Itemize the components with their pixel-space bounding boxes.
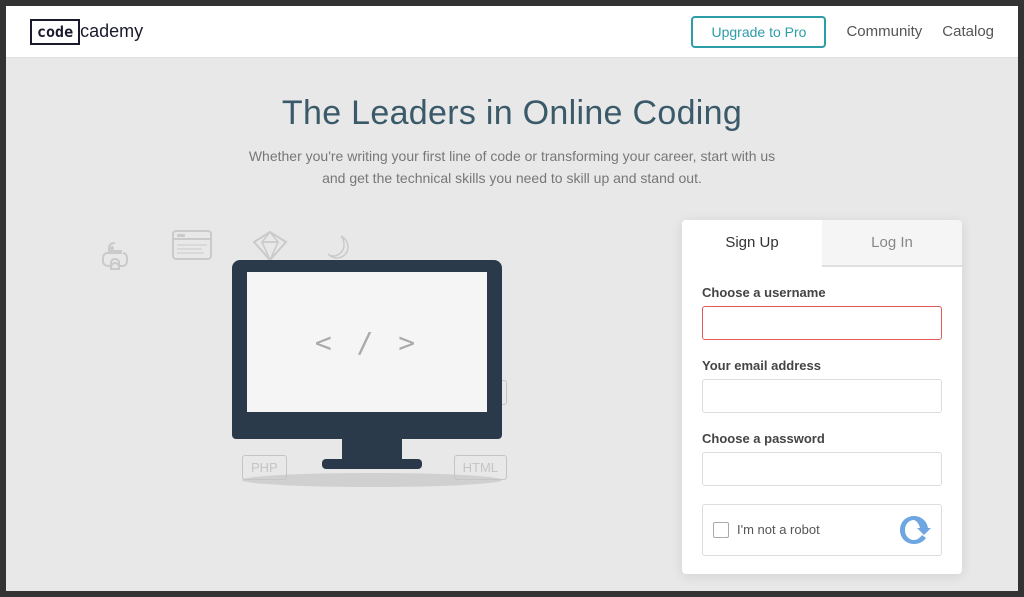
python-icon (97, 235, 133, 278)
hero-title: The Leaders in Online Coding (249, 94, 775, 133)
monitor-stand (342, 439, 402, 459)
username-group: Choose a username (702, 285, 942, 354)
monitor-base (232, 425, 502, 439)
navbar: codecademy Upgrade to Pro Community Cata… (6, 6, 1018, 58)
logo-code: code (30, 19, 80, 45)
browser-icon (172, 230, 212, 266)
html-label: HTML (454, 455, 507, 480)
logo: codecademy (30, 19, 143, 45)
recaptcha-widget: I'm not a robot (702, 504, 942, 556)
password-group: Choose a password (702, 431, 942, 500)
illustration-area: CSS PHP JS HTML < / > (62, 220, 682, 520)
username-label: Choose a username (702, 285, 942, 300)
upgrade-to-pro-button[interactable]: Upgrade to Pro (691, 16, 826, 48)
monitor-illustration: CSS PHP JS HTML < / > (232, 260, 512, 487)
php-label: PHP (242, 455, 287, 480)
tab-signup[interactable]: Sign Up (682, 220, 822, 267)
tab-login[interactable]: Log In (822, 220, 962, 265)
password-label: Choose a password (702, 431, 942, 446)
email-label: Your email address (702, 358, 942, 373)
code-display: < / > (247, 272, 487, 412)
recaptcha-label: I'm not a robot (737, 522, 820, 537)
email-group: Your email address (702, 358, 942, 427)
email-input[interactable] (702, 379, 942, 413)
recaptcha-left: I'm not a robot (713, 522, 820, 538)
recaptcha-checkbox[interactable] (713, 522, 729, 538)
catalog-link[interactable]: Catalog (942, 23, 994, 40)
community-link[interactable]: Community (846, 23, 922, 40)
recaptcha-logo (897, 513, 931, 547)
auth-tabs: Sign Up Log In (682, 220, 962, 267)
signup-panel: Sign Up Log In Choose a username Your em… (682, 220, 962, 574)
logo-cademy: cademy (80, 21, 143, 42)
two-column-layout: CSS PHP JS HTML < / > Sign Up L (62, 220, 962, 574)
hero-section: The Leaders in Online Coding Whether you… (249, 94, 775, 190)
nav-right: Upgrade to Pro Community Catalog (691, 16, 994, 48)
password-input[interactable] (702, 452, 942, 486)
username-input[interactable] (702, 306, 942, 340)
monitor-foot (322, 459, 422, 469)
hero-subtitle: Whether you're writing your first line o… (249, 145, 775, 190)
main-content: The Leaders in Online Coding Whether you… (6, 58, 1018, 594)
signup-form: Choose a username Your email address Cho… (682, 267, 962, 574)
monitor-screen: < / > (232, 260, 502, 425)
